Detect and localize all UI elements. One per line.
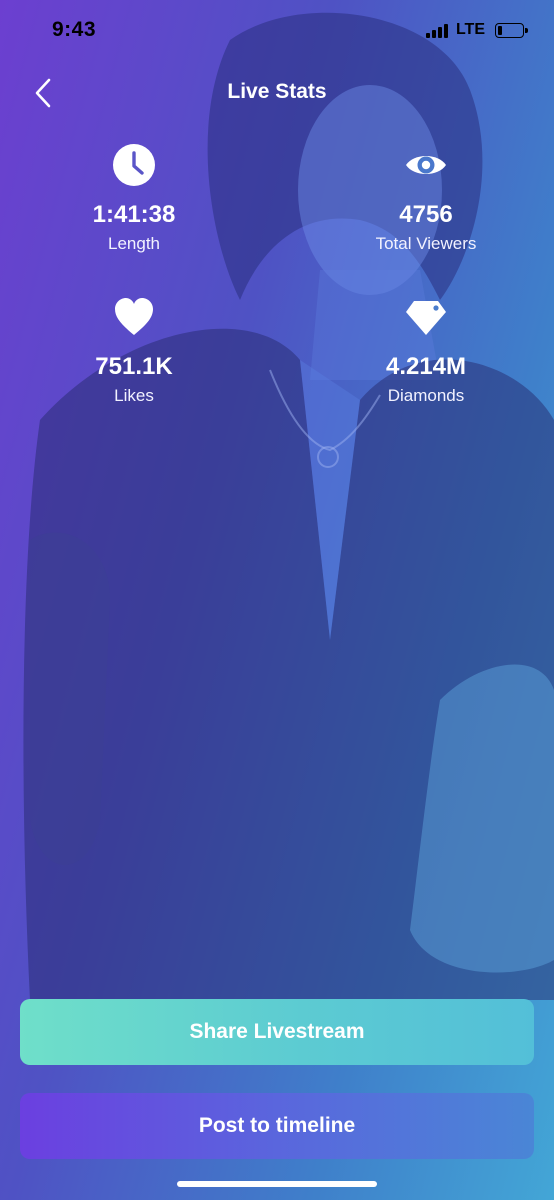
battery-icon: [495, 22, 528, 38]
home-indicator[interactable]: [177, 1181, 377, 1187]
stat-length: 1:41:38 Length: [24, 143, 244, 255]
stat-total-viewers: 4756 Total Viewers: [316, 143, 536, 255]
share-livestream-button[interactable]: Share Livestream: [20, 999, 534, 1065]
signal-icon: [425, 22, 448, 38]
stat-likes: 751.1K Likes: [24, 295, 244, 407]
stat-length-label: Length: [108, 234, 160, 253]
header: Live Stats: [0, 70, 554, 116]
network-type: LTE: [455, 21, 485, 38]
post-to-timeline-button[interactable]: Post to timeline: [20, 1093, 534, 1159]
status-bar: 9:43 LTE: [0, 0, 554, 60]
heart-icon: [115, 298, 153, 335]
stat-likes-value: 751.1K: [95, 353, 173, 380]
diamond-icon: [406, 301, 446, 335]
stat-diamonds-label: Diamonds: [387, 386, 465, 405]
eye-icon: [406, 156, 446, 174]
page-title: Live Stats: [227, 80, 327, 103]
battery-level: [498, 25, 502, 35]
stat-viewers-label: Total Viewers: [375, 234, 477, 253]
stat-length-value: 1:41:38: [92, 201, 176, 228]
stat-likes-label: Likes: [114, 386, 154, 405]
status-time: 9:43: [52, 18, 97, 41]
stat-viewers-value: 4756: [399, 201, 453, 228]
clock-icon: [113, 144, 155, 186]
status-indicators: LTE: [425, 21, 528, 39]
live-stats-screen: 9:43 LTE Live Stats 1:41:38 Length 4756 …: [0, 0, 554, 1200]
stat-diamonds-value: 4.214M: [385, 353, 467, 380]
stat-diamonds: 4.214M Diamonds: [316, 295, 536, 407]
